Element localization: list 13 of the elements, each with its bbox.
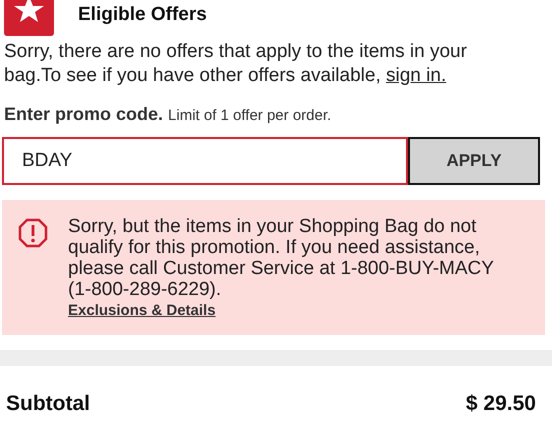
error-message: Sorry, but the items in your Shopping Bag do not qualify for this promotion. If you need assistance, please call Customer Service at 1-800-BUY-MACY (1-800-289-6229).	[68, 216, 495, 300]
star-icon	[4, 0, 54, 36]
sign-in-link[interactable]: sign in.	[386, 65, 446, 86]
promo-label: Enter promo code.	[4, 104, 164, 125]
offers-title: Eligible Offers	[78, 4, 207, 26]
offers-message: Sorry, there are no offers that apply to the items in your bag.To see if you have other offers available, sign in.	[4, 40, 468, 88]
subtotal-label: Subtotal	[6, 392, 90, 416]
apply-button[interactable]: APPLY	[408, 137, 540, 185]
subtotal-value: $ 29.50	[466, 392, 536, 416]
promo-code-field[interactable]: BDAY	[2, 137, 408, 185]
promo-limit: Limit of 1 offer per order.	[168, 107, 332, 124]
alert-icon	[18, 218, 48, 248]
exclusions-link[interactable]: Exclusions & Details	[68, 302, 216, 319]
